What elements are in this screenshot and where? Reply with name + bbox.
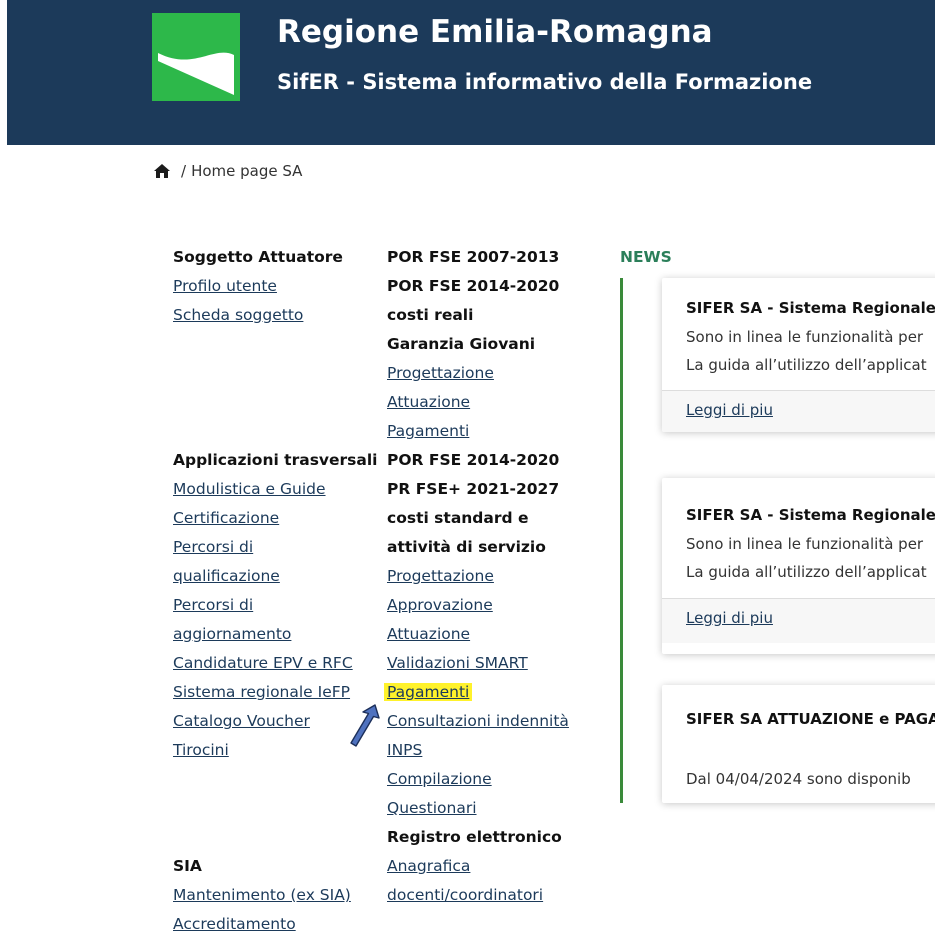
link-compilazione[interactable]: Compilazione	[387, 770, 492, 788]
section-heading-garanzia: Garanzia Giovani	[387, 335, 536, 353]
link-catalogo-voucher[interactable]: Catalogo Voucher	[173, 712, 310, 730]
link-anagrafica[interactable]: Anagrafica	[387, 857, 470, 875]
section-heading-costi-standard: costi standard e	[387, 509, 529, 527]
news-card-2: SIFER SA - Sistema Regionale Sono in lin…	[662, 478, 935, 654]
section-heading-por-2014-b: POR FSE 2014-2020	[387, 451, 560, 469]
link-sistema-iefp[interactable]: Sistema regionale IeFP	[173, 683, 350, 701]
site-title[interactable]: Regione Emilia-Romagna	[277, 14, 713, 50]
menu-column-2: POR FSE 2007-2013 POR FSE 2014-2020 cost…	[384, 243, 602, 910]
breadcrumb-separator: /	[181, 162, 187, 180]
news-card-text: La guida all’utilizzo dell’applicat	[686, 563, 927, 581]
section-heading-por-2014: POR FSE 2014-2020	[387, 277, 560, 295]
news-timeline-bar	[620, 278, 623, 803]
section-heading-registro: Registro elettronico	[387, 828, 562, 846]
link-pagamenti-1[interactable]: Pagamenti	[387, 422, 469, 440]
link-progettazione-2[interactable]: Progettazione	[387, 567, 494, 585]
link-pagamenti-2-highlighted[interactable]: Pagamenti	[384, 683, 473, 701]
news-card-text: Sono in linea le funzionalità per	[686, 535, 924, 553]
link-validazioni-smart[interactable]: Validazioni SMART	[387, 654, 528, 672]
news-heading: NEWS	[620, 248, 672, 266]
menu-column-1: Soggetto Attuatore Profilo utente Scheda…	[173, 243, 378, 939]
section-heading-applicazioni: Applicazioni trasversali	[173, 451, 378, 469]
read-more-link[interactable]: Leggi di piu	[686, 401, 773, 419]
section-heading-sia: SIA	[173, 857, 202, 875]
news-card-text: Sono in linea le funzionalità per	[686, 328, 924, 346]
link-percorsi-qualificazione[interactable]: Percorsi di	[173, 538, 253, 556]
news-card-title: SIFER SA ATTUAZIONE e PAGA	[686, 710, 935, 728]
section-heading-pr-2021: PR FSE+ 2021-2027	[387, 480, 560, 498]
link-scheda-soggetto[interactable]: Scheda soggetto	[173, 306, 303, 324]
regione-logo[interactable]	[152, 13, 240, 101]
read-more-link[interactable]: Leggi di piu	[686, 609, 773, 627]
news-card-title: SIFER SA - Sistema Regionale	[686, 506, 935, 524]
news-card-text: La guida all’utilizzo dell’applicat	[686, 356, 927, 374]
section-heading-soggetto: Soggetto Attuatore	[173, 248, 343, 266]
breadcrumb-current: Home page SA	[191, 162, 303, 180]
link-mantenimento[interactable]: Mantenimento (ex SIA)	[173, 886, 351, 904]
news-card-3: SIFER SA ATTUAZIONE e PAGA Dal 04/04/202…	[662, 685, 935, 803]
news-card-footer: Leggi di piu	[662, 598, 935, 643]
site-subtitle: SifER - Sistema informativo della Formaz…	[277, 70, 813, 94]
news-card-1: SIFER SA - Sistema Regionale Sono in lin…	[662, 278, 935, 432]
home-icon[interactable]	[153, 163, 171, 179]
link-tirocini[interactable]: Tirocini	[173, 741, 229, 759]
link-profilo-utente[interactable]: Profilo utente	[173, 277, 277, 295]
link-attuazione-2[interactable]: Attuazione	[387, 625, 470, 643]
link-modulistica[interactable]: Modulistica e Guide	[173, 480, 326, 498]
news-card-text: Dal 04/04/2024 sono disponib	[686, 770, 911, 788]
section-heading-costi-reali: costi reali	[387, 306, 474, 324]
link-percorsi-aggiornamento[interactable]: Percorsi di	[173, 596, 253, 614]
section-heading-attivita: attività di servizio	[387, 538, 546, 556]
section-heading-por-2007: POR FSE 2007-2013	[387, 248, 560, 266]
site-header: Regione Emilia-Romagna SifER - Sistema i…	[7, 0, 935, 145]
link-accreditamento[interactable]: Accreditamento	[173, 915, 296, 933]
breadcrumb: / Home page SA	[153, 160, 302, 182]
link-certificazione[interactable]: Certificazione	[173, 509, 279, 527]
link-percorsi-aggiornamento-2[interactable]: aggiornamento	[173, 625, 291, 643]
link-percorsi-qualificazione-2[interactable]: qualificazione	[173, 567, 280, 585]
link-progettazione-1[interactable]: Progettazione	[387, 364, 494, 382]
link-attuazione-1[interactable]: Attuazione	[387, 393, 470, 411]
link-approvazione[interactable]: Approvazione	[387, 596, 493, 614]
news-card-footer: Leggi di piu	[662, 390, 935, 432]
link-candidature-epv[interactable]: Candidature EPV e RFC	[173, 654, 353, 672]
link-consultazioni-inps[interactable]: INPS	[387, 741, 422, 759]
news-card-title: SIFER SA - Sistema Regionale	[686, 299, 935, 317]
link-anagrafica-docenti[interactable]: docenti/coordinatori	[387, 886, 543, 904]
annotation-arrow-icon	[350, 704, 380, 747]
link-consultazioni[interactable]: Consultazioni indennità	[387, 712, 569, 730]
link-compilazione-questionari[interactable]: Questionari	[387, 799, 477, 817]
